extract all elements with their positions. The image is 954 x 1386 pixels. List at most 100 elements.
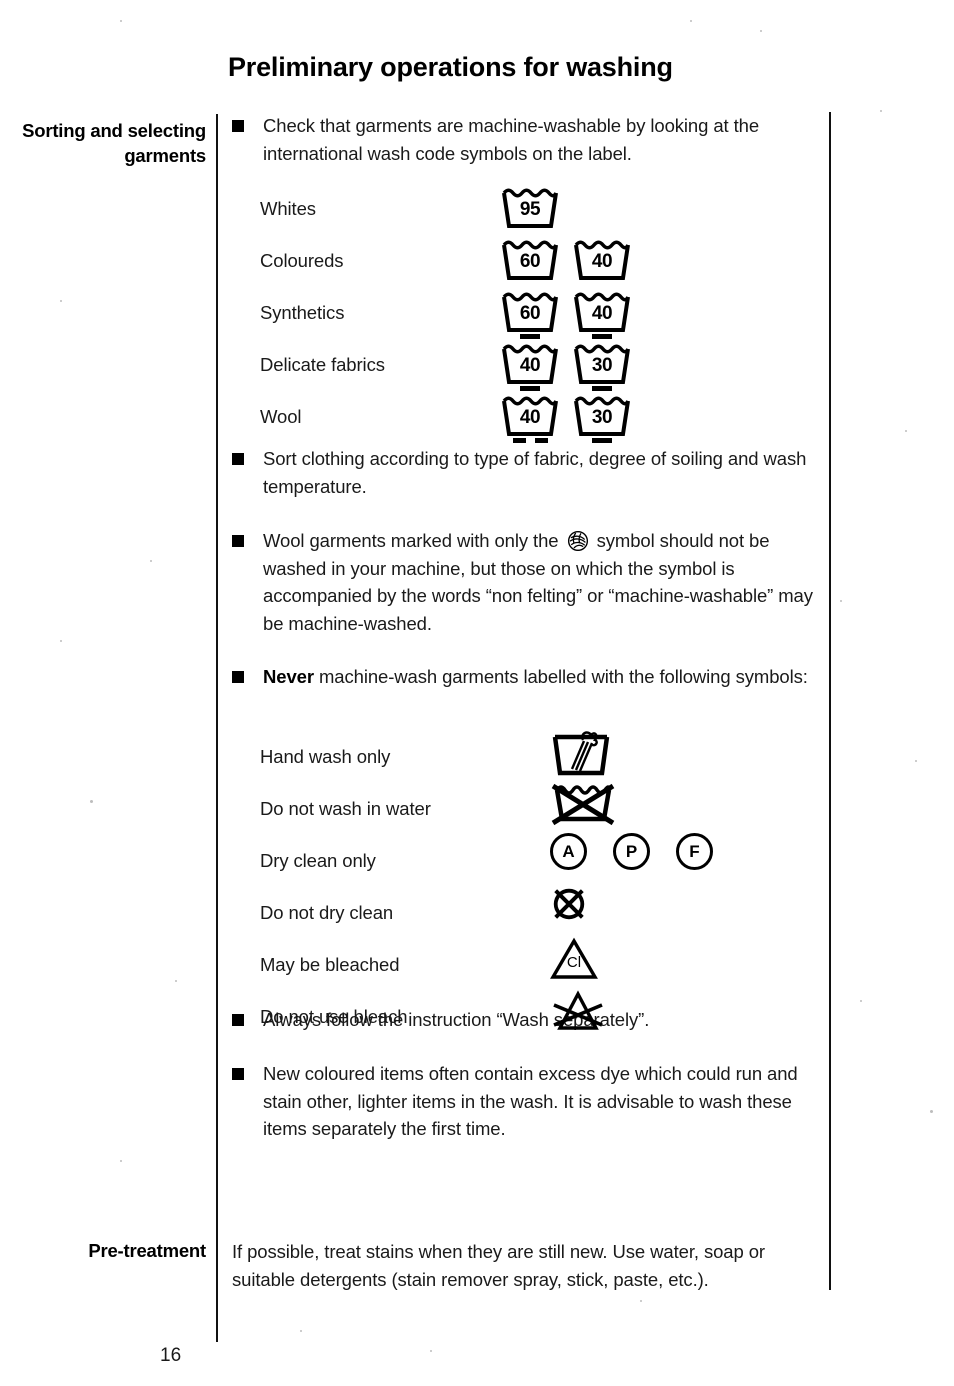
crossed-tub-icon <box>550 781 616 832</box>
never-symbol-row: May be bleached Cl <box>260 937 720 993</box>
crossed-triangle-icon <box>550 989 606 1038</box>
wash-temperature-label: 30 <box>591 355 613 376</box>
scan-speckle <box>860 1000 862 1002</box>
wash-tub-icon: 40 <box>572 290 632 339</box>
bullet-wool-garments: Wool garments marked with only the symbo… <box>232 527 832 637</box>
page-title: Preliminary operations for washing <box>228 52 673 82</box>
wash-gentleness-bars <box>572 386 632 391</box>
never-symbol-label: Dry clean only <box>260 850 376 871</box>
never-symbol-row: Hand wash only <box>260 731 720 785</box>
scan-speckle <box>840 600 842 602</box>
never-symbol-row: Dry clean only A P F <box>260 833 720 889</box>
scan-speckle <box>120 20 122 22</box>
wash-temperature-label: 40 <box>591 303 613 324</box>
wash-gentleness-bars <box>500 438 560 443</box>
pretreatment-paragraph: If possible, treat stains when they are … <box>232 1241 765 1290</box>
scan-speckle <box>640 1300 642 1302</box>
wash-gentleness-bar <box>592 438 612 443</box>
wash-tub-icon: 40 <box>572 238 632 284</box>
wash-code-row: Delicate fabrics 40 30 <box>260 342 680 394</box>
wash-code-symbols: 40 30 <box>500 394 632 443</box>
never-symbol-row: Do not use bleach <box>260 990 720 1045</box>
bleach-code-label: Cl <box>566 954 582 971</box>
wash-code-row: Coloureds 60 40 <box>260 238 680 290</box>
wash-gentleness-bar <box>512 438 526 443</box>
wash-gentleness-bar <box>592 386 612 391</box>
scan-speckle <box>915 760 917 762</box>
bullet-new-coloured-items: New coloured items often contain excess … <box>232 1060 832 1143</box>
wash-tub-icon: 30 <box>572 342 632 391</box>
never-symbol-graphic <box>550 989 606 1038</box>
wash-gentleness-bar <box>592 334 612 339</box>
wash-code-label: Wool <box>260 406 302 427</box>
bullet-text-part-one: Wool garments marked with only the <box>263 530 559 551</box>
never-symbol-graphic: APF <box>550 833 713 870</box>
wash-temperature-label: 60 <box>519 303 541 324</box>
never-symbol-list: Hand wash only Do not wash in water Dry cl… <box>260 731 720 1045</box>
wash-gentleness-bars <box>500 334 560 339</box>
never-symbol-graphic <box>550 781 616 832</box>
never-symbol-graphic <box>550 885 588 928</box>
wash-gentleness-bar <box>534 438 548 443</box>
bleach-triangle-icon: Cl <box>550 937 598 986</box>
wash-temperature-label: 95 <box>519 199 541 220</box>
hand-wash-tub-icon <box>550 729 612 786</box>
scan-speckle <box>300 1330 302 1332</box>
bullet-text: Check that garments are machine-washable… <box>263 115 760 164</box>
scan-speckle <box>760 30 762 32</box>
never-symbol-label: May be bleached <box>260 954 400 975</box>
wash-code-label: Delicate fabrics <box>260 354 385 375</box>
left-margin-rule <box>216 114 218 1342</box>
wash-code-table: Whites 95 Coloureds 60 40 Synthetics 60 40 Delic… <box>260 186 680 446</box>
dry-clean-circle-a-icon: A <box>550 833 587 870</box>
bullet-never-machine-wash: Never machine-wash garments labelled wit… <box>232 663 832 691</box>
wash-tub-icon: 95 <box>500 186 560 232</box>
wash-code-row: Whites 95 <box>260 186 680 238</box>
page-number: 16 <box>160 1345 182 1366</box>
wash-tub-icon: 60 <box>500 290 560 339</box>
wash-tub-icon: 40 <box>500 342 560 391</box>
never-symbol-label: Hand wash only <box>260 746 391 767</box>
wash-tub-icon: 30 <box>572 394 632 443</box>
wash-code-row: Wool 40 30 <box>260 394 680 446</box>
wash-gentleness-bars <box>572 334 632 339</box>
bullet-text: Sort clothing according to type of fabri… <box>263 448 807 497</box>
wash-code-symbols: 60 40 <box>500 238 632 284</box>
dry-clean-circle-f-icon: F <box>676 833 713 870</box>
never-symbol-label: Do not dry clean <box>260 902 394 923</box>
scan-speckle <box>430 1350 432 1352</box>
wash-temperature-label: 30 <box>591 407 613 428</box>
never-symbol-row: Do not wash in water <box>260 783 720 837</box>
scan-speckle <box>690 20 692 22</box>
bullet-square-icon <box>232 671 244 683</box>
bullet-text: New coloured items often contain excess … <box>263 1063 798 1139</box>
bullet-square-icon <box>232 535 244 547</box>
bullet-sort-clothing: Sort clothing according to type of fabri… <box>232 445 832 500</box>
section-heading-pretreatment: Pre-treatment <box>88 1240 206 1261</box>
scan-speckle <box>150 560 152 562</box>
scan-speckle <box>175 980 177 982</box>
bullet-square-icon <box>232 453 244 465</box>
scan-speckle <box>905 430 907 432</box>
section-heading-sorting: Sorting and selecting garments <box>22 120 206 166</box>
wash-code-label: Whites <box>260 198 316 219</box>
wash-code-symbols: 40 30 <box>500 342 632 391</box>
wash-temperature-label: 60 <box>519 251 541 272</box>
never-symbol-graphic <box>550 729 612 786</box>
wash-code-label: Coloureds <box>260 250 344 271</box>
wash-gentleness-bars <box>500 386 560 391</box>
scan-speckle <box>880 110 882 112</box>
document-page: Preliminary operations for washing Sorti… <box>0 0 954 1386</box>
wash-temperature-label: 40 <box>591 251 613 272</box>
scan-speckle <box>60 300 62 302</box>
bullet-check-labels: Check that garments are machine-washable… <box>232 112 832 167</box>
bullet-square-icon <box>232 1013 244 1026</box>
dry-clean-circle-p-icon: P <box>613 833 650 870</box>
wash-tub-icon: 60 <box>500 238 560 284</box>
bullet-square-icon <box>232 1068 244 1080</box>
scan-speckle <box>60 640 62 642</box>
bullet-square-icon <box>232 120 244 132</box>
scan-speckle <box>930 1110 933 1113</box>
scan-speckle <box>120 1160 122 1162</box>
wash-code-symbols: 60 40 <box>500 290 632 339</box>
